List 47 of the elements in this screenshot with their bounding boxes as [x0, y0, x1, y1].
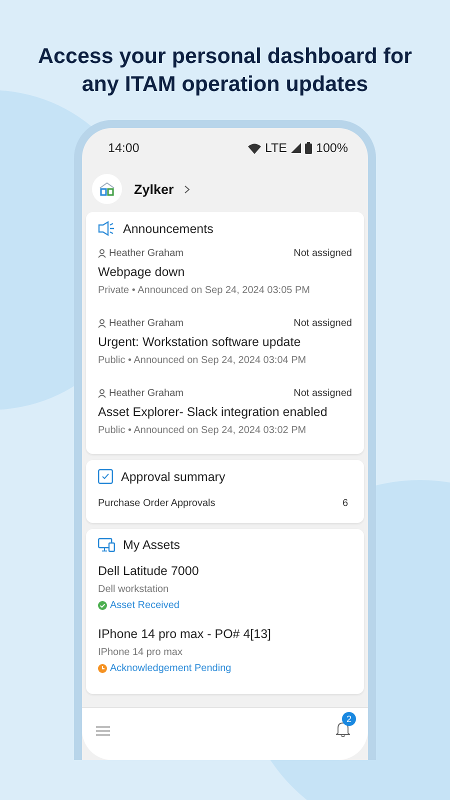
- announcement-title: Asset Explorer- Slack integration enabled: [98, 405, 328, 419]
- wifi-icon: [248, 142, 262, 154]
- chevron-right-icon[interactable]: [184, 184, 190, 194]
- battery-icon: [305, 142, 312, 154]
- card-title: Approval summary: [121, 470, 226, 484]
- announcement-item[interactable]: Heather Graham Not assigned Webpage down Private • Announced on Sep 24, 2024 03:05 PM: [98, 242, 352, 312]
- devices-icon: [98, 538, 115, 552]
- asset-status: Acknowledgement Pending: [110, 663, 232, 674]
- announcement-item[interactable]: Heather Graham Not assigned Urgent: Workstation software update Public • Announced on Sep 24, 2024 03:04 PM: [98, 312, 352, 382]
- card-title: My Assets: [123, 538, 180, 552]
- announcement-title: Urgent: Workstation software update: [98, 335, 302, 349]
- author-name: Heather Graham: [109, 248, 184, 259]
- menu-icon[interactable]: [96, 726, 110, 736]
- person-icon: [98, 319, 106, 328]
- announcement-meta: Public • Announced on Sep 24, 2024 03:02 PM: [98, 425, 308, 436]
- headline: Access your personal dashboard for any ITAM operation updates: [37, 43, 413, 98]
- author-name: Heather Graham: [109, 388, 184, 399]
- person-icon: [98, 389, 106, 398]
- asset-description: IPhone 14 pro max: [98, 647, 184, 658]
- asset-name: IPhone 14 pro max - PO# 4[13]: [98, 627, 272, 641]
- approval-label[interactable]: Purchase Order Approvals: [98, 498, 216, 509]
- organization-name[interactable]: Zylker: [134, 182, 174, 196]
- author-name: Heather Graham: [109, 318, 184, 329]
- announcement-title: Webpage down: [98, 265, 186, 279]
- assignee-label: Not assigned: [294, 248, 352, 259]
- person-icon: [98, 249, 106, 258]
- asset-item[interactable]: Dell Latitude 7000 Dell workstation Asset Received: [98, 558, 352, 621]
- card-title: Announcements: [123, 222, 214, 236]
- organization-logo[interactable]: [92, 174, 122, 204]
- announcement-item[interactable]: Heather Graham Not assigned Asset Explorer- Slack integration enabled Public • Announced on Sep 24, 2024 03:02 PM: [98, 382, 352, 444]
- asset-description: Dell workstation: [98, 584, 170, 595]
- megaphone-icon: [98, 221, 115, 236]
- notification-badge: 2: [342, 712, 356, 726]
- network-label: LTE: [265, 141, 288, 155]
- status-time: 14:00: [108, 141, 140, 155]
- battery-label: 100%: [316, 141, 348, 155]
- asset-status: Asset Received: [110, 600, 180, 611]
- checkbox-icon: [98, 469, 113, 484]
- announcement-meta: Public • Announced on Sep 24, 2024 03:04 PM: [98, 355, 308, 366]
- announcement-meta: Private • Announced on Sep 24, 2024 03:05 PM: [98, 285, 311, 296]
- assignee-label: Not assigned: [294, 318, 352, 329]
- signal-icon: [291, 143, 302, 153]
- bell-icon[interactable]: [336, 720, 350, 736]
- assignee-label: Not assigned: [294, 388, 352, 399]
- approval-count: 6: [342, 498, 348, 509]
- asset-name: Dell Latitude 7000: [98, 564, 200, 578]
- asset-item[interactable]: IPhone 14 pro max - PO# 4[13] IPhone 14 pro max Acknowledgement Pending: [98, 621, 352, 684]
